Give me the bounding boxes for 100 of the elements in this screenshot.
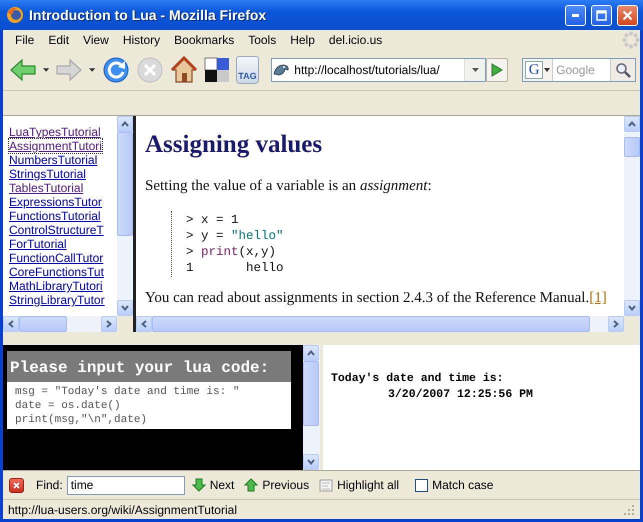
close-icon (13, 482, 20, 488)
back-icon (9, 57, 37, 83)
scroll-arrow-button[interactable] (117, 300, 133, 316)
match-case-label[interactable]: Match case (432, 478, 494, 492)
scrollbar-thumb[interactable] (624, 137, 640, 158)
up-arrow-icon (244, 478, 258, 492)
scroll-arrow-button[interactable] (624, 116, 640, 132)
sidebar-link[interactable]: StringsTutorial (9, 167, 86, 181)
search-engine-button[interactable]: G (523, 59, 554, 81)
loading-throbber-icon (622, 31, 640, 49)
scroll-arrow-button[interactable] (136, 316, 152, 332)
horizontal-scrollbar[interactable] (3, 316, 117, 332)
output-line: 3/20/2007 12:25:56 PM (388, 387, 533, 403)
menu-item[interactable]: Help (283, 33, 322, 47)
vertical-scrollbar[interactable] (117, 116, 133, 316)
find-label: Find: (36, 478, 63, 492)
address-bar[interactable]: http://localhost/tutorials/lua/ (271, 58, 486, 82)
resize-grip-icon (623, 504, 635, 516)
sidebar-link[interactable]: FunctionCallTutor (9, 251, 104, 265)
home-icon (170, 56, 198, 84)
code-input-field[interactable]: msg = "Today's date and time is: " date = os.date() print(msg,"\n",date) (7, 382, 291, 429)
scroll-arrow-button[interactable] (101, 316, 117, 332)
code-line: > x = 1 (186, 212, 239, 228)
sidebar-link[interactable]: NumbersTutorial (9, 153, 98, 167)
dropdown-caret-icon (472, 68, 479, 72)
search-engine-logo: G (525, 61, 544, 79)
sidebar-link[interactable]: MathLibraryTutori (9, 279, 103, 293)
scrollbar-thumb[interactable] (303, 361, 319, 426)
scroll-arrow-button[interactable] (117, 116, 133, 132)
code-line: > print(x,y) (186, 244, 276, 260)
status-text: http://lua-users.org/wiki/AssignmentTutorial (8, 502, 238, 516)
home-button[interactable] (170, 56, 198, 84)
scroll-arrow-button[interactable] (303, 345, 319, 361)
scrollbar-thumb[interactable] (117, 132, 133, 236)
code-line: msg = "Today's date and time is: " (15, 385, 240, 399)
menu-item[interactable]: File (8, 33, 42, 47)
scrollbar-thumb[interactable] (19, 316, 67, 332)
sidebar-link[interactable]: LuaTypesTutorial (9, 125, 101, 139)
menu-item[interactable]: Bookmarks (167, 33, 242, 47)
url-history-button[interactable] (464, 59, 486, 81)
menu-item[interactable]: View (76, 33, 116, 47)
search-icon (615, 62, 631, 78)
sidebar-link[interactable]: FunctionsTutorial (9, 209, 101, 223)
search-box[interactable]: G Google (522, 58, 636, 82)
caret-icon (121, 121, 129, 127)
play-arrow-icon (491, 63, 504, 77)
minimize-button[interactable] (565, 4, 586, 26)
window-title: Introduction to Lua - Mozilla Firefox (29, 7, 268, 23)
vertical-scrollbar[interactable] (624, 116, 640, 316)
close-icon (622, 10, 633, 20)
bookmark-squares-button[interactable] (204, 57, 230, 83)
dropdown-caret-icon[interactable] (43, 68, 50, 72)
sidebar-link[interactable]: TablesTutorial (9, 181, 84, 195)
menu-item[interactable]: Edit (41, 33, 76, 47)
caret-icon (106, 320, 112, 328)
caret-icon (8, 320, 14, 328)
menu-item[interactable]: History (116, 33, 168, 47)
menu-item[interactable]: del.icio.us (322, 33, 390, 47)
scroll-arrow-button[interactable] (624, 300, 640, 316)
code-line: print(msg,"\n",date) (15, 413, 148, 427)
scroll-arrow-button[interactable] (3, 316, 19, 332)
menu-item[interactable]: Tools (241, 33, 284, 47)
close-button[interactable] (617, 4, 638, 26)
caret-icon (307, 350, 315, 356)
go-button[interactable] (486, 58, 508, 82)
code-line: > y = "hello" (186, 228, 284, 244)
article-paragraph: Setting the value of a variable is an assignment: (145, 178, 433, 195)
scroll-arrow-button[interactable] (303, 454, 319, 470)
maximize-icon (596, 10, 607, 20)
output-line: Today's date and time is: (331, 371, 504, 387)
dropdown-caret-icon[interactable] (89, 68, 96, 72)
back-button[interactable] (9, 57, 37, 83)
browser-logo-icon (6, 6, 24, 24)
footnote-link[interactable]: [1] (589, 290, 607, 306)
sidebar-link[interactable]: ExpressionsTutor (9, 195, 102, 209)
dropdown-caret-icon (544, 68, 550, 72)
highlight-all-button[interactable]: Highlight all (319, 478, 400, 492)
sidebar-link[interactable]: ForTutorial (9, 237, 67, 251)
match-case-checkbox[interactable] (415, 478, 428, 492)
vertical-scrollbar[interactable] (303, 345, 319, 470)
caret-icon (628, 305, 636, 311)
sidebar-link[interactable]: AssignmentTutori (9, 139, 102, 153)
find-previous-button[interactable]: Previous (244, 478, 310, 492)
sidebar-link[interactable]: ControlStructureT (9, 223, 104, 237)
caret-icon (307, 459, 315, 465)
site-favicon-icon (272, 62, 290, 78)
find-next-button[interactable]: Next (192, 478, 234, 492)
caret-icon (141, 320, 147, 328)
maximize-button[interactable] (591, 4, 612, 26)
down-arrow-icon (192, 478, 206, 492)
reload-button[interactable] (102, 56, 130, 84)
sidebar-link[interactable]: CoreFunctionsTut (9, 265, 104, 279)
find-field[interactable]: time (66, 476, 185, 494)
search-button[interactable] (610, 59, 635, 81)
caret-icon (121, 305, 129, 311)
close-find-bar-button[interactable] (9, 478, 24, 492)
tag-button[interactable]: TAG (236, 56, 260, 84)
scroll-arrow-button[interactable] (608, 316, 624, 332)
sidebar-link[interactable]: StringLibraryTutor (9, 293, 105, 307)
reload-icon (102, 56, 130, 84)
